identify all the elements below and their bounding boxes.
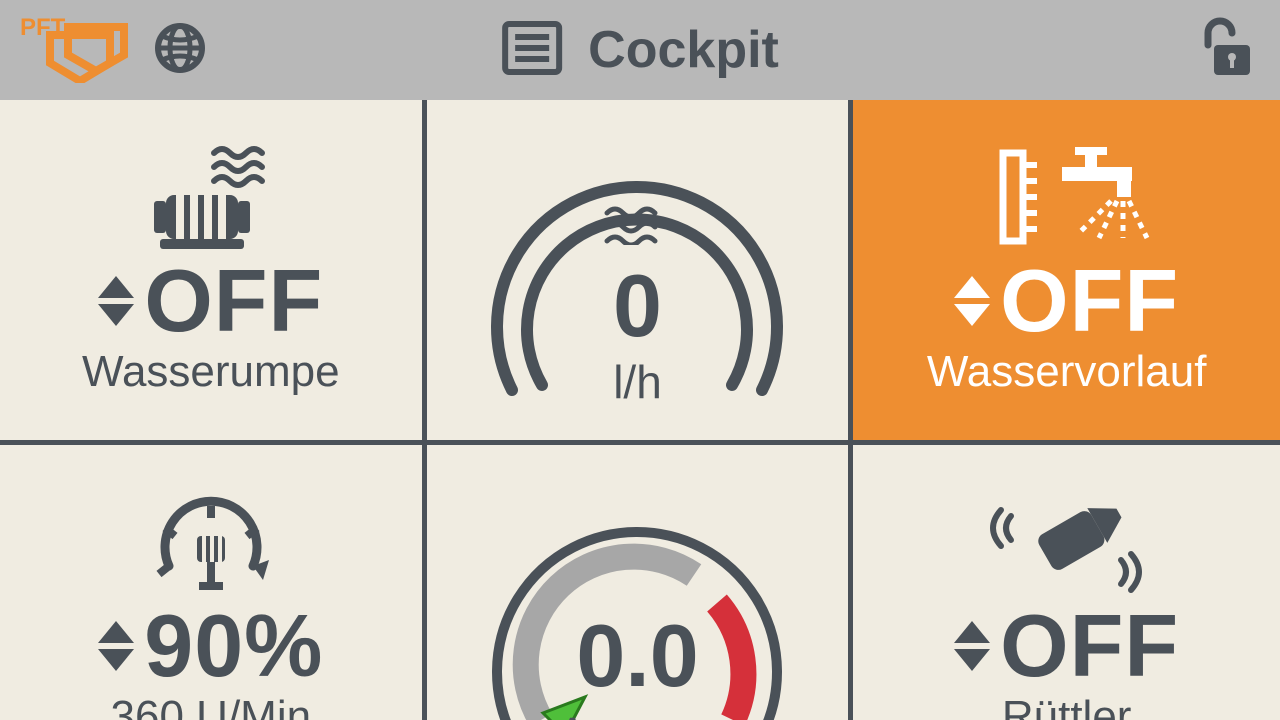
dashboard-grid: OFF Wasserumpe 0 l/h bbox=[0, 100, 1280, 720]
header-bar: PFT Cockpit bbox=[0, 0, 1280, 100]
menu-icon[interactable] bbox=[501, 20, 563, 81]
rpm-icon bbox=[141, 488, 281, 598]
tile-vibrator[interactable]: OFF Rüttler bbox=[853, 445, 1280, 720]
speed-label: 360 U/Min bbox=[111, 692, 312, 720]
prefeed-state: OFF bbox=[1000, 257, 1179, 345]
ampere-label: Ampere bbox=[557, 707, 718, 720]
speed-value: 90% bbox=[144, 602, 323, 690]
flow-unit: l/h bbox=[613, 355, 662, 409]
globe-icon[interactable] bbox=[150, 18, 210, 83]
tile-water-pump[interactable]: OFF Wasserumpe bbox=[0, 100, 427, 445]
up-down-icon bbox=[98, 276, 134, 326]
pump-state: OFF bbox=[144, 257, 323, 345]
unlock-icon[interactable] bbox=[1200, 15, 1260, 86]
up-down-icon bbox=[98, 621, 134, 671]
page-title: Cockpit bbox=[588, 20, 779, 80]
up-down-icon bbox=[954, 621, 990, 671]
pft-logo-icon: PFT bbox=[20, 13, 130, 88]
vibrator-label: Rüttler bbox=[1002, 692, 1132, 720]
tile-flow-gauge[interactable]: 0 l/h bbox=[427, 100, 854, 445]
tile-ampere-gauge[interactable]: 0.0 Ampere bbox=[427, 445, 854, 720]
vibrator-state: OFF bbox=[1000, 602, 1179, 690]
tile-water-prefeed[interactable]: OFF Wasservorlauf bbox=[853, 100, 1280, 445]
pump-label: Wasserumpe bbox=[82, 347, 340, 397]
flow-value: 0 bbox=[613, 255, 662, 357]
ampere-value: 0.0 bbox=[576, 605, 698, 707]
up-down-icon bbox=[954, 276, 990, 326]
water-waves-icon bbox=[602, 205, 672, 250]
prefeed-label: Wasservorlauf bbox=[927, 347, 1207, 397]
tap-gauge-icon bbox=[967, 143, 1167, 253]
pump-icon bbox=[136, 143, 286, 253]
tile-speed[interactable]: 90% 360 U/Min bbox=[0, 445, 427, 720]
vibrator-icon bbox=[987, 488, 1147, 598]
